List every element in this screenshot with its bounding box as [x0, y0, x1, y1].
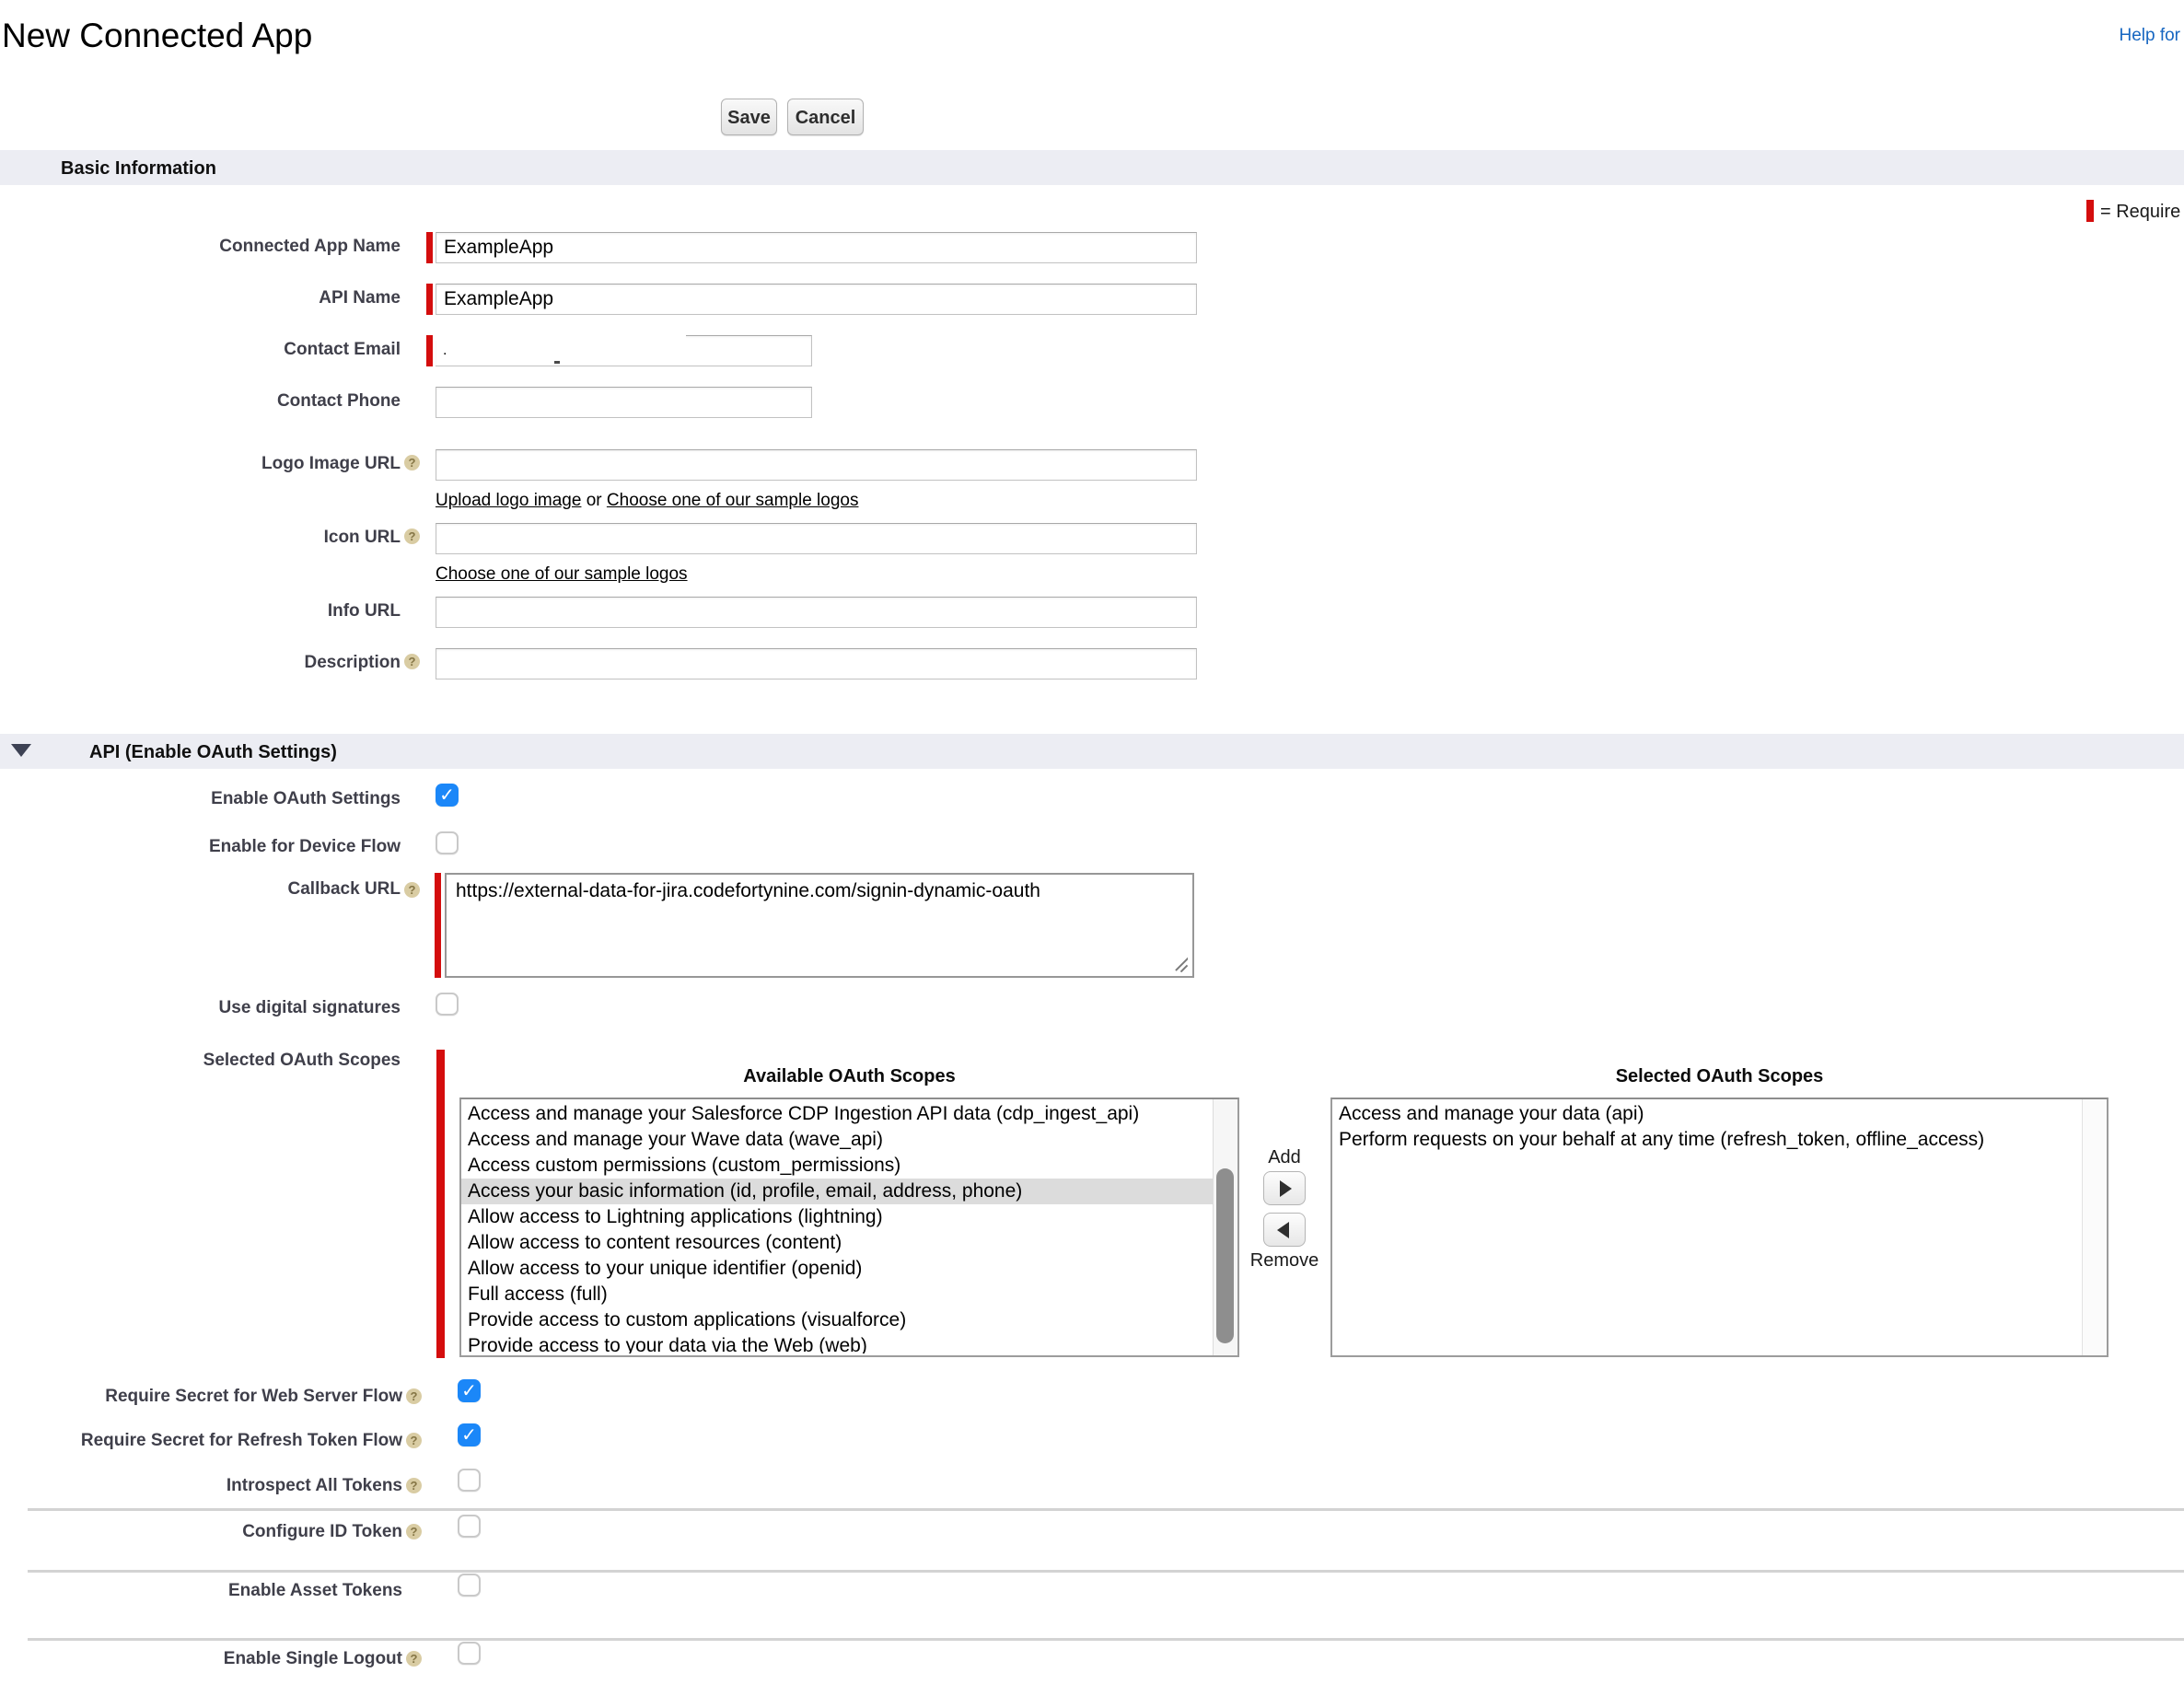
save-button[interactable]: Save [721, 99, 777, 135]
enable-asset-tokens-label: Enable Asset Tokens [0, 1580, 402, 1601]
left-arrow-icon [1277, 1222, 1289, 1238]
require-secret-refresh-label: Require Secret for Refresh Token Flow [0, 1430, 402, 1451]
logo-image-url-input[interactable] [436, 449, 1197, 481]
help-icon[interactable]: ? [406, 1651, 422, 1667]
help-icon[interactable]: ? [406, 1433, 422, 1448]
upload-logo-image-link[interactable]: Upload logo image [436, 491, 581, 510]
scrollbar-thumb[interactable] [1216, 1168, 1234, 1343]
description-label: Description [0, 652, 401, 673]
enable-single-logout-checkbox[interactable] [458, 1642, 481, 1665]
add-scope-button[interactable] [1263, 1171, 1306, 1205]
required-bar-icon [435, 873, 441, 978]
list-item[interactable]: Allow access to your unique identifier (… [461, 1256, 1214, 1282]
available-scopes-heading: Available OAuth Scopes [459, 1066, 1239, 1087]
require-secret-web-label: Require Secret for Web Server Flow [0, 1386, 402, 1407]
remove-scope-button[interactable] [1263, 1213, 1306, 1247]
add-label: Add [1263, 1147, 1306, 1168]
contact-phone-label: Contact Phone [0, 390, 401, 412]
list-item[interactable]: Allow access to Lightning applications (… [461, 1204, 1214, 1230]
list-item[interactable]: Access and manage your Salesforce CDP In… [461, 1101, 1214, 1127]
api-name-input[interactable] [436, 284, 1197, 315]
icon-url-label: Icon URL [0, 527, 401, 548]
scrollbar[interactable] [2082, 1099, 2107, 1355]
required-bar-icon [2086, 200, 2094, 222]
resize-handle-icon[interactable] [1171, 956, 1188, 972]
list-item[interactable]: Access and manage your Wave data (wave_a… [461, 1127, 1214, 1153]
help-icon[interactable]: ? [404, 455, 420, 470]
required-bar-icon [436, 1050, 445, 1358]
callback-url-textarea[interactable] [445, 873, 1194, 978]
enable-single-logout-label: Enable Single Logout [0, 1648, 402, 1669]
list-item[interactable]: Provide access to your data via the Web … [461, 1333, 1214, 1353]
enable-oauth-settings-checkbox[interactable] [436, 784, 459, 807]
logo-image-url-label: Logo Image URL [0, 453, 401, 474]
required-bar-icon [426, 232, 433, 263]
selected-scopes-heading: Selected OAuth Scopes [1330, 1066, 2108, 1087]
help-icon[interactable]: ? [406, 1524, 422, 1539]
contact-email-label: Contact Email [0, 339, 401, 360]
remove-label: Remove [1248, 1250, 1321, 1272]
info-url-input[interactable] [436, 597, 1197, 628]
list-item[interactable]: Access custom permissions (custom_permis… [461, 1153, 1214, 1179]
enable-asset-tokens-checkbox[interactable] [458, 1574, 481, 1597]
configure-id-token-checkbox[interactable] [458, 1515, 481, 1538]
basic-information-section-header [0, 150, 2184, 185]
enable-device-flow-label: Enable for Device Flow [0, 836, 401, 857]
required-legend: = Require [2100, 202, 2180, 223]
info-url-label: Info URL [0, 600, 401, 621]
help-icon[interactable]: ? [404, 882, 420, 898]
divider [28, 1638, 2184, 1641]
right-arrow-icon [1280, 1180, 1292, 1197]
help-icon[interactable]: ? [404, 529, 420, 544]
choose-sample-logos-link[interactable]: Choose one of our sample logos [436, 564, 688, 584]
cancel-button[interactable]: Cancel [787, 99, 864, 135]
list-item[interactable]: Access your basic information (id, profi… [461, 1179, 1214, 1204]
help-icon[interactable]: ? [404, 654, 420, 669]
basic-information-title: Basic Information [61, 158, 216, 180]
list-item[interactable]: Access and manage your data (api) [1332, 1101, 2083, 1127]
page-title: New Connected App [2, 17, 312, 55]
help-icon[interactable]: ? [406, 1478, 422, 1493]
collapse-triangle-icon[interactable] [11, 744, 31, 757]
enable-device-flow-checkbox[interactable] [436, 831, 459, 854]
required-bar-icon [426, 284, 433, 315]
enable-oauth-settings-label: Enable OAuth Settings [0, 788, 401, 809]
selected-scopes-list[interactable]: Access and manage your data (api)Perform… [1330, 1098, 2108, 1357]
require-secret-refresh-checkbox[interactable] [458, 1423, 481, 1446]
selected-oauth-scopes-label: Selected OAuth Scopes [0, 1050, 401, 1071]
help-link[interactable]: Help for [2119, 26, 2180, 46]
configure-id-token-label: Configure ID Token [0, 1521, 402, 1542]
scrollbar[interactable] [1213, 1099, 1237, 1355]
list-item[interactable]: Allow access to content resources (conte… [461, 1230, 1214, 1256]
contact-phone-input[interactable] [436, 387, 812, 418]
choose-sample-logos-link[interactable]: Choose one of our sample logos [607, 491, 859, 510]
require-secret-web-checkbox[interactable] [458, 1379, 481, 1402]
or-text: or [581, 491, 606, 510]
required-bar-icon [426, 335, 433, 366]
available-scopes-list[interactable]: Access and manage your Salesforce CDP In… [459, 1098, 1239, 1357]
new-connected-app-page: New Connected App Help for Save Cancel B… [0, 0, 2184, 1696]
use-digital-signatures-checkbox[interactable] [436, 993, 459, 1016]
redaction-artifact [554, 361, 560, 364]
use-digital-signatures-label: Use digital signatures [0, 997, 401, 1018]
callback-url-label: Callback URL [0, 878, 401, 900]
api-oauth-section-title: API (Enable OAuth Settings) [89, 742, 337, 763]
divider [28, 1508, 2184, 1511]
introspect-all-tokens-checkbox[interactable] [458, 1469, 481, 1492]
connected-app-name-input[interactable] [436, 232, 1197, 263]
divider [28, 1570, 2184, 1573]
connected-app-name-label: Connected App Name [0, 236, 401, 257]
redaction-overlay [434, 330, 686, 341]
description-input[interactable] [436, 648, 1197, 680]
api-name-label: API Name [0, 287, 401, 308]
list-item[interactable]: Full access (full) [461, 1282, 1214, 1307]
list-item[interactable]: Perform requests on your behalf at any t… [1332, 1127, 2083, 1153]
icon-url-input[interactable] [436, 523, 1197, 554]
list-item[interactable]: Provide access to custom applications (v… [461, 1307, 1214, 1333]
help-icon[interactable]: ? [406, 1388, 422, 1404]
introspect-all-tokens-label: Introspect All Tokens [0, 1475, 402, 1496]
